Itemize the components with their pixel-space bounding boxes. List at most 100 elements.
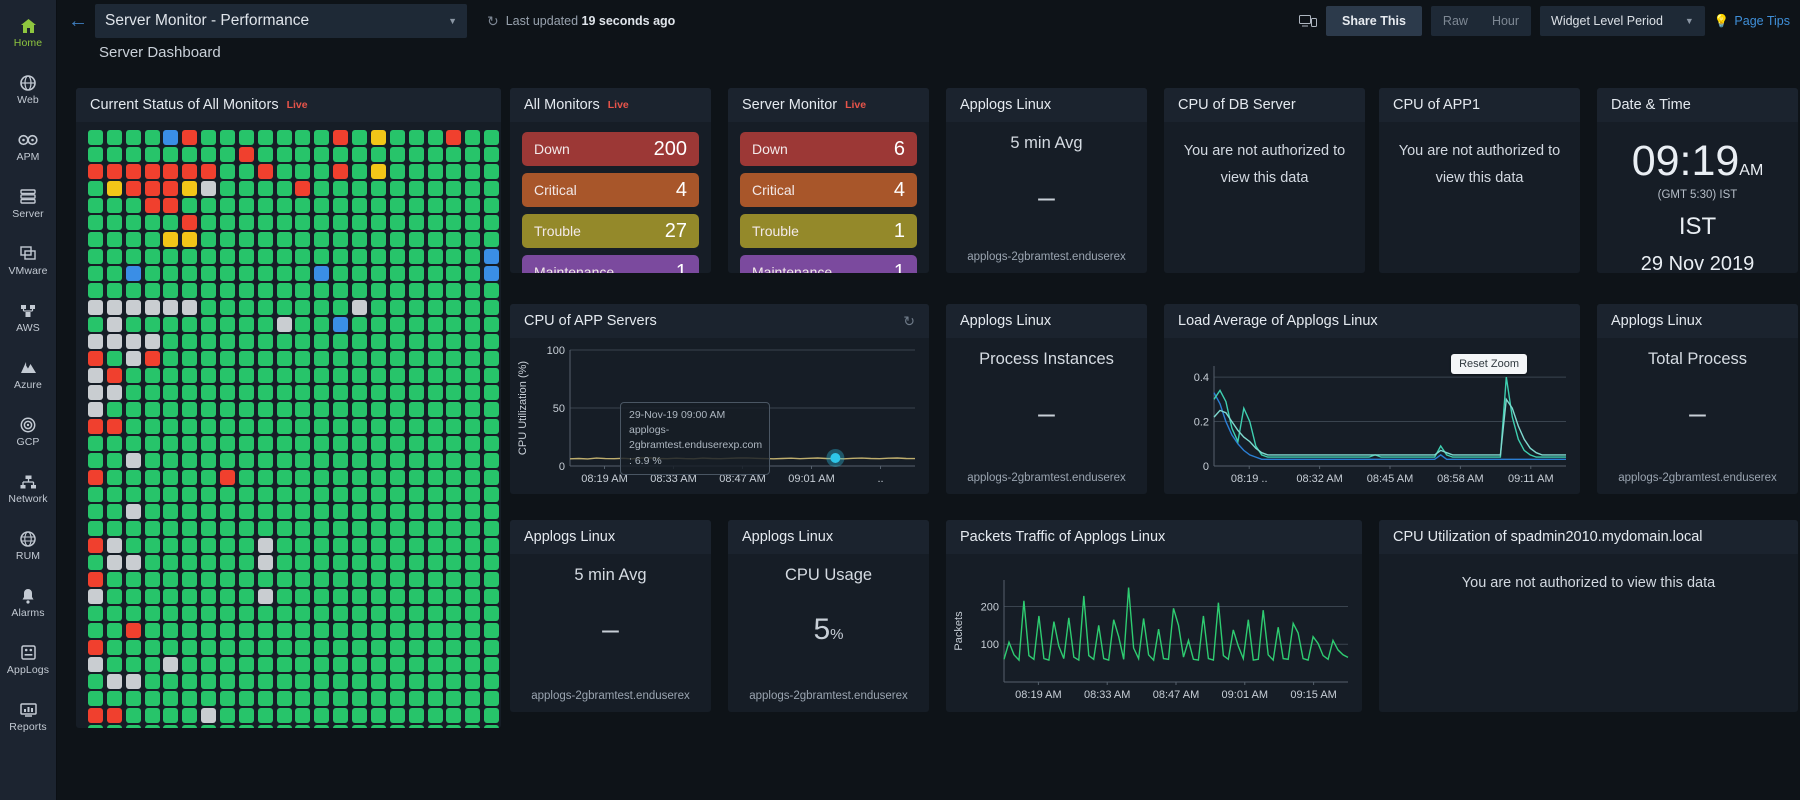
heatmap-cell[interactable] [239,691,254,706]
heatmap-cell[interactable] [484,215,499,230]
heatmap-cell[interactable] [220,368,235,383]
heatmap-cell[interactable] [428,606,443,621]
heatmap-cell[interactable] [239,453,254,468]
heatmap-cell[interactable] [201,232,216,247]
sidebar-item-server[interactable]: Server [0,175,57,232]
heatmap-cell[interactable] [352,572,367,587]
heatmap-cell[interactable] [428,147,443,162]
heatmap-cell[interactable] [333,181,348,196]
heatmap-cell[interactable] [277,198,292,213]
heatmap-cell[interactable] [277,385,292,400]
heatmap-cell[interactable] [220,657,235,672]
heatmap-cell[interactable] [107,538,122,553]
heatmap-cell[interactable] [258,623,273,638]
heatmap-cell[interactable] [295,623,310,638]
heatmap-cell[interactable] [163,351,178,366]
heatmap-cell[interactable] [465,130,480,145]
heatmap-cell[interactable] [239,266,254,281]
heatmap-cell[interactable] [428,572,443,587]
heatmap-cell[interactable] [258,436,273,451]
heatmap-cell[interactable] [333,657,348,672]
heatmap-cell[interactable] [314,385,329,400]
heatmap-cell[interactable] [258,266,273,281]
heatmap-cell[interactable] [371,555,386,570]
heatmap-cell[interactable] [163,691,178,706]
heatmap-cell[interactable] [352,487,367,502]
heatmap-cell[interactable] [428,504,443,519]
heatmap-cell[interactable] [314,589,329,604]
heatmap-cell[interactable] [465,691,480,706]
heatmap-cell[interactable] [295,725,310,728]
heatmap-cell[interactable] [201,317,216,332]
heatmap-cell[interactable] [446,266,461,281]
heatmap-cell[interactable] [182,198,197,213]
heatmap-cell[interactable] [201,606,216,621]
heatmap-cell[interactable] [145,691,160,706]
heatmap-cell[interactable] [390,283,405,298]
heatmap-cell[interactable] [390,300,405,315]
dashboard-title-select[interactable]: Server Monitor - Performance ▼ [95,4,467,38]
heatmap-cell[interactable] [126,198,141,213]
heatmap-cell[interactable] [126,504,141,519]
heatmap-cell[interactable] [182,249,197,264]
heatmap-cell[interactable] [314,300,329,315]
heatmap-cell[interactable] [371,606,386,621]
heatmap-cell[interactable] [465,300,480,315]
heatmap-cell[interactable] [145,147,160,162]
heatmap-cell[interactable] [484,334,499,349]
heatmap-cell[interactable] [333,249,348,264]
heatmap-cell[interactable] [182,674,197,689]
heatmap-cell[interactable] [484,147,499,162]
heatmap-cell[interactable] [126,164,141,179]
heatmap-cell[interactable] [465,521,480,536]
heatmap-cell[interactable] [409,402,424,417]
heatmap-cell[interactable] [126,232,141,247]
heatmap-cell[interactable] [409,130,424,145]
heatmap-cell[interactable] [239,249,254,264]
heatmap-cell[interactable] [428,249,443,264]
heatmap-cell[interactable] [163,589,178,604]
heatmap-cell[interactable] [239,555,254,570]
heatmap-cell[interactable] [428,266,443,281]
heatmap-cell[interactable] [88,385,103,400]
heatmap-cell[interactable] [465,385,480,400]
heatmap-cell[interactable] [258,725,273,728]
heatmap-cell[interactable] [126,368,141,383]
heatmap-cell[interactable] [371,317,386,332]
heatmap-cell[interactable] [258,198,273,213]
heatmap-cell[interactable] [88,436,103,451]
heatmap-cell[interactable] [390,504,405,519]
heatmap-cell[interactable] [314,504,329,519]
heatmap-cell[interactable] [371,419,386,434]
heatmap-cell[interactable] [409,538,424,553]
heatmap-cell[interactable] [239,606,254,621]
heatmap-cell[interactable] [201,385,216,400]
heatmap-cell[interactable] [428,470,443,485]
heatmap-cell[interactable] [371,334,386,349]
heatmap-cell[interactable] [409,164,424,179]
heatmap-cell[interactable] [352,317,367,332]
heatmap-cell[interactable] [182,589,197,604]
heatmap-cell[interactable] [277,368,292,383]
heatmap-cell[interactable] [182,232,197,247]
heatmap-cell[interactable] [446,351,461,366]
heatmap-cell[interactable] [258,215,273,230]
heatmap-cell[interactable] [163,402,178,417]
heatmap-cell[interactable] [239,504,254,519]
heatmap-cell[interactable] [163,606,178,621]
heatmap-cell[interactable] [352,130,367,145]
heatmap-cell[interactable] [371,164,386,179]
heatmap-cell[interactable] [465,725,480,728]
heatmap-cell[interactable] [277,487,292,502]
heatmap-cell[interactable] [163,572,178,587]
heatmap-cell[interactable] [163,283,178,298]
heatmap-cell[interactable] [484,691,499,706]
heatmap-cell[interactable] [409,283,424,298]
heatmap-cell[interactable] [107,300,122,315]
heatmap-cell[interactable] [314,334,329,349]
heatmap-cell[interactable] [314,572,329,587]
heatmap-cell[interactable] [163,725,178,728]
heatmap-cell[interactable] [409,725,424,728]
heatmap-cell[interactable] [126,436,141,451]
heatmap-cell[interactable] [201,657,216,672]
